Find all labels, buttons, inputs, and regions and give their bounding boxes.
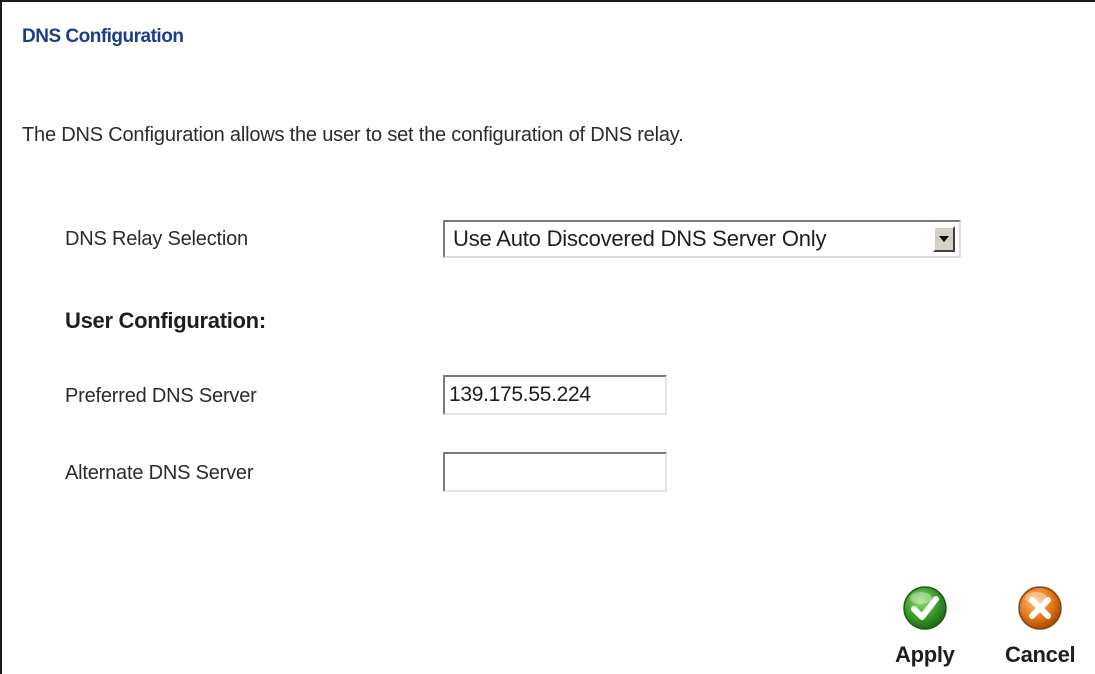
cancel-x-icon[interactable] <box>1016 584 1064 632</box>
dns-relay-selected-value: Use Auto Discovered DNS Server Only <box>453 226 827 251</box>
dns-relay-label: DNS Relay Selection <box>65 228 248 250</box>
check-icon[interactable] <box>901 584 949 632</box>
preferred-dns-input[interactable] <box>443 375 667 415</box>
cancel-button[interactable]: Cancel <box>1005 584 1076 668</box>
page-title: DNS Configuration <box>22 26 184 47</box>
chevron-down-icon[interactable] <box>933 226 955 252</box>
preferred-dns-label: Preferred DNS Server <box>65 385 257 407</box>
content-frame: DNS Configuration The DNS Configuration … <box>0 0 1095 674</box>
alternate-dns-label: Alternate DNS Server <box>65 462 254 484</box>
alternate-dns-input[interactable] <box>443 452 667 492</box>
page-description: The DNS Configuration allows the user to… <box>22 124 684 146</box>
cancel-label: Cancel <box>1005 642 1076 667</box>
apply-label: Apply <box>895 642 955 667</box>
dns-relay-select[interactable]: Use Auto Discovered DNS Server Only <box>443 220 961 258</box>
apply-button[interactable]: Apply <box>895 584 955 668</box>
user-configuration-heading: User Configuration: <box>65 308 266 333</box>
